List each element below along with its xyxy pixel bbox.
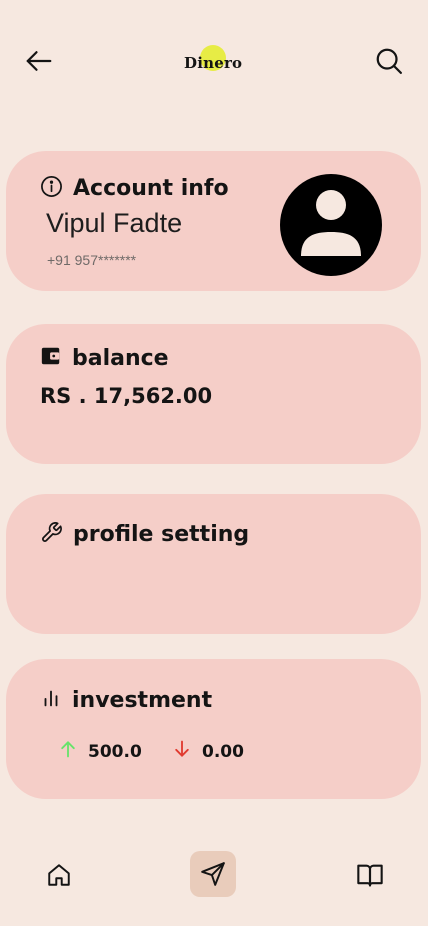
balance-title: balance <box>72 345 169 371</box>
account-info-title: Account info <box>73 176 229 201</box>
account-info-heading: Account info <box>40 175 229 202</box>
account-info-card[interactable]: Account info Vipul Fadte +91 957******* <box>6 151 421 291</box>
nav-book-icon[interactable] <box>351 856 389 894</box>
investment-loss-value: 0.00 <box>202 741 244 762</box>
top-app-bar: Dinero <box>0 0 428 124</box>
wallet-icon <box>40 345 62 371</box>
app-logo: Dinero <box>184 45 254 78</box>
bottom-nav-bar <box>0 840 428 910</box>
investment-heading: investment <box>40 687 212 713</box>
profile-setting-card[interactable]: profile setting <box>6 494 421 634</box>
bar-chart-icon <box>40 687 62 713</box>
account-name: Vipul Fadte <box>46 208 183 238</box>
investment-gain: 500.0 <box>58 739 142 764</box>
balance-heading: balance <box>40 345 169 371</box>
investment-title: investment <box>72 687 213 713</box>
arrow-down-icon <box>172 739 192 764</box>
balance-amount: RS . 17,562.00 <box>40 384 213 408</box>
wrench-icon <box>40 521 63 548</box>
user-avatar-icon <box>301 190 361 256</box>
profile-setting-title: profile setting <box>73 522 250 547</box>
account-phone: +91 957******* <box>47 252 137 268</box>
balance-card[interactable]: balance RS . 17,562.00 <box>6 324 421 464</box>
profile-setting-heading: profile setting <box>40 521 249 548</box>
search-icon[interactable] <box>370 42 408 80</box>
arrow-up-icon <box>58 739 78 764</box>
nav-send-icon[interactable] <box>190 851 236 897</box>
back-icon[interactable] <box>20 42 58 80</box>
avatar[interactable] <box>280 174 382 276</box>
investment-card[interactable]: investment 500.0 0.00 <box>6 659 421 799</box>
investment-gain-value: 500.0 <box>88 741 142 762</box>
info-icon <box>40 175 63 202</box>
nav-home-icon[interactable] <box>40 856 78 894</box>
investment-loss: 0.00 <box>172 739 244 764</box>
logo-text: Dinero <box>184 54 243 72</box>
